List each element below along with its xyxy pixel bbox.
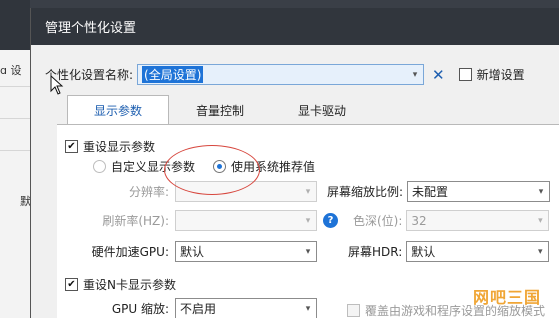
color-depth-row: 色深(位): 32 ▾ [353, 210, 550, 231]
hw-accel-label: 硬件加速GPU: [91, 245, 169, 259]
color-depth-select[interactable]: 32 ▾ [406, 210, 550, 231]
color-depth-label: 色深(位): [353, 214, 403, 228]
hw-accel-select[interactable]: 默认 ▾ [175, 241, 317, 262]
dialog-titlebar: 管理个性化设置 [31, 8, 559, 45]
watermark: 网吧三国 [472, 288, 541, 307]
reset-display-checkbox[interactable]: ✔ [65, 140, 78, 153]
mouse-cursor-icon [50, 75, 64, 95]
gpu-scaling-select[interactable]: 不启用 ▾ [175, 298, 317, 318]
chevron-down-icon: ▾ [412, 69, 418, 80]
chevron-down-icon: ▾ [538, 215, 543, 226]
profile-select-value: (全局设置) [142, 66, 204, 83]
refresh-row: 刷新率(HZ): ▾ [89, 210, 317, 231]
reset-gpu-row: ✔ 重设N卡显示参数 [65, 276, 176, 293]
resolution-label: 分辨率: [128, 185, 169, 199]
reset-gpu-label: 重设N卡显示参数 [83, 278, 176, 292]
tab-display-params[interactable]: 显示参数 [67, 95, 170, 125]
gpu-scaling-label: GPU 缩放: [111, 302, 169, 316]
color-depth-value: 32 [411, 213, 427, 228]
dialog-title: 管理个性化设置 [45, 21, 137, 36]
chevron-down-icon: ▾ [538, 186, 544, 197]
profile-select[interactable]: (全局设置) ▾ [137, 64, 425, 85]
override-checkbox[interactable] [347, 304, 360, 317]
chevron-down-icon: ▾ [538, 246, 543, 257]
radio-recommended-row: 使用系统推荐值 [213, 158, 315, 175]
hdr-row: 屏幕HDR: 默认 ▾ [348, 241, 550, 262]
refresh-label: 刷新率(HZ): [102, 214, 169, 228]
scaling-label: 屏幕缩放比例: [327, 185, 404, 199]
background-divider [0, 150, 30, 151]
new-setting-checkbox[interactable] [458, 68, 472, 81]
background-divider [0, 86, 30, 87]
scaling-row: 屏幕缩放比例: 未配置 ▾ [327, 181, 551, 202]
refresh-select[interactable]: ▾ [175, 210, 317, 231]
hdr-select[interactable]: 默认 ▾ [406, 241, 550, 262]
close-icon[interactable]: ✕ [432, 66, 445, 84]
radio-recommended[interactable] [213, 160, 226, 173]
hw-accel-value: 默认 [180, 245, 205, 259]
hw-accel-row: 硬件加速GPU: 默认 ▾ [83, 241, 317, 262]
scaling-select[interactable]: 未配置 ▾ [407, 181, 551, 202]
background-app-panel [0, 50, 30, 318]
help-row: ? [323, 213, 338, 228]
gpu-scaling-row: GPU 缩放: 不启用 ▾ [83, 298, 317, 318]
background-divider [0, 118, 30, 119]
radio-custom-label: 自定义显示参数 [111, 160, 196, 174]
tab-gpu-driver[interactable]: 显卡驱动 [271, 95, 373, 125]
personalization-dialog: 管理个性化设置 个性化设置名称: (全局设置) ▾ ✕ 新增设置 显示参数 音量… [30, 8, 559, 318]
reset-gpu-checkbox[interactable]: ✔ [65, 278, 78, 291]
chevron-down-icon: ▾ [305, 186, 311, 197]
background-app-text: ɑ 设 [0, 64, 22, 77]
radio-custom[interactable] [93, 160, 106, 173]
scaling-value: 未配置 [412, 185, 449, 199]
reset-display-label: 重设显示参数 [83, 140, 156, 154]
resolution-select[interactable]: ▾ [175, 181, 317, 202]
background-app: ɑ 设 默 [0, 0, 31, 318]
chevron-down-icon: ▾ [305, 215, 311, 226]
gpu-scaling-value: 不启用 [180, 302, 217, 316]
hdr-label: 屏幕HDR: [348, 245, 403, 259]
resolution-row: 分辨率: ▾ [117, 181, 317, 202]
tab-bar: 显示参数 音量控制 显卡驱动 [67, 95, 373, 125]
help-icon[interactable]: ? [323, 213, 338, 228]
chevron-down-icon: ▾ [305, 303, 311, 314]
profile-row: 个性化设置名称: (全局设置) ▾ ✕ 新增设置 [45, 64, 525, 85]
radio-custom-row: 自定义显示参数 [93, 158, 195, 175]
radio-recommended-label: 使用系统推荐值 [231, 160, 316, 174]
background-app-header [0, 0, 30, 50]
tab-volume-control[interactable]: 音量控制 [169, 95, 271, 125]
chevron-down-icon: ▾ [305, 246, 311, 257]
hdr-value: 默认 [411, 245, 436, 259]
reset-display-row: ✔ 重设显示参数 [65, 138, 155, 155]
new-setting-label: 新增设置 [476, 68, 525, 82]
